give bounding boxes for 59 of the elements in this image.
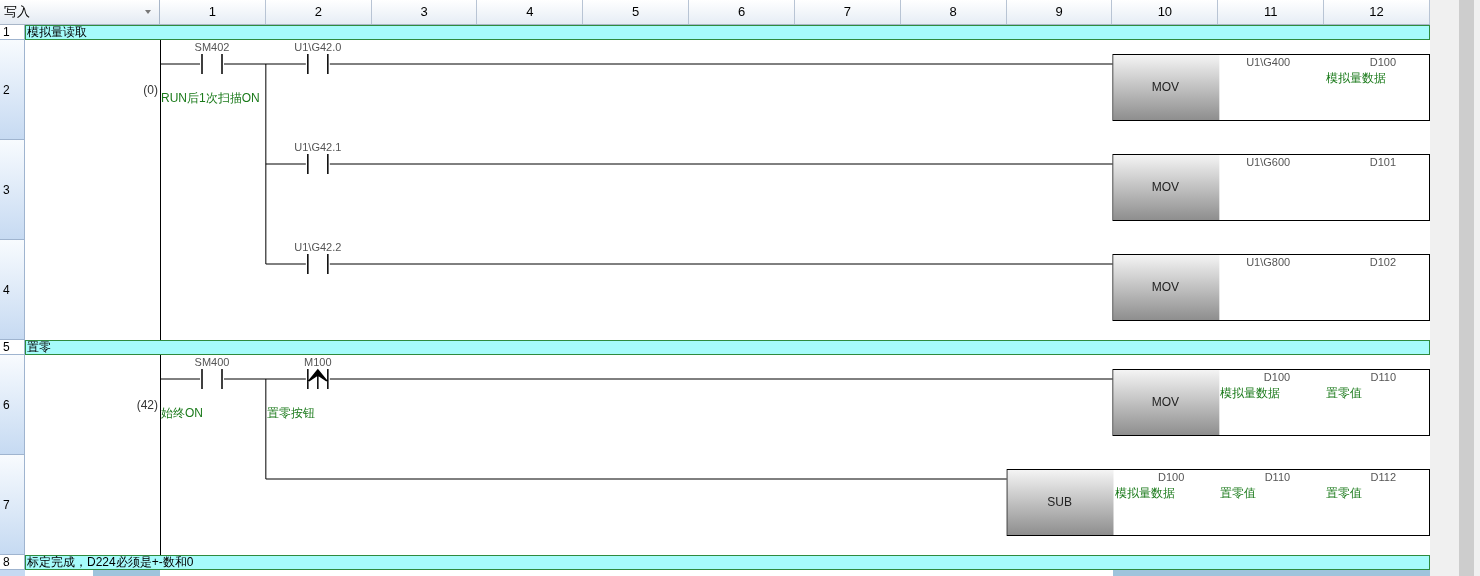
statement-comment: 标定完成，D224必须是+-数和0 (25, 555, 1430, 570)
step-number: (0) (143, 82, 158, 99)
row-number[interactable]: 2 (0, 40, 25, 140)
statement-comment: 模拟量读取 (25, 25, 1430, 40)
device-label: M100 (304, 356, 332, 368)
column-header: 8 (900, 0, 1007, 24)
operand-device: U1\G400 (1246, 56, 1291, 68)
device-label: SM402 (194, 41, 230, 53)
instruction-name: MOV (1151, 280, 1180, 294)
operand-device: U1\G600 (1246, 156, 1291, 168)
row-number[interactable]: 5 (0, 340, 25, 355)
scrollbar[interactable] (1430, 0, 1480, 576)
column-header: 6 (689, 0, 795, 24)
operand-comment: 置零值 (1326, 486, 1363, 500)
device-comment: RUN后1次扫描ON (161, 91, 260, 105)
row-number[interactable]: 4 (0, 240, 25, 340)
operand-device: D110 (1264, 471, 1291, 483)
instruction-name: SUB (1047, 495, 1072, 509)
column-header: 12 (1324, 0, 1430, 24)
column-header: 10 (1112, 0, 1219, 24)
device-comment: 始终ON (161, 406, 203, 420)
mode-dropdown[interactable]: 写入 (0, 0, 160, 24)
instruction-name: MOV (1151, 395, 1180, 409)
operand-device: D112 (1370, 471, 1396, 483)
column-header: 3 (371, 0, 478, 24)
device-comment: 置零按钮 (266, 406, 315, 420)
operand-device: U1\G800 (1246, 256, 1291, 268)
column-header: 11 (1218, 0, 1325, 24)
operand-comment: 置零值 (1220, 486, 1257, 500)
device-label: SM400 (194, 356, 230, 368)
operand-device: D100 (1158, 471, 1185, 483)
row-number[interactable]: 6 (0, 355, 25, 455)
operand-comment: 模拟量数据 (1114, 486, 1175, 500)
device-label: U1\G42.0 (294, 41, 342, 53)
operand-comment: 模拟量数据 (1220, 386, 1281, 400)
row-number[interactable]: 8 (0, 555, 25, 570)
dropdown-caret-icon (145, 10, 151, 14)
row-number[interactable]: 3 (0, 140, 25, 240)
operand-device: D101 (1369, 156, 1396, 168)
operand-device: D100 (1263, 371, 1291, 383)
operand-comment: 模拟量数据 (1326, 71, 1387, 85)
column-header: 1 (160, 0, 266, 24)
device-label: U1\G42.2 (294, 241, 342, 253)
column-header: 7 (794, 0, 901, 24)
operand-comment: 置零值 (1326, 386, 1363, 400)
device-label: U1\G42.1 (294, 141, 342, 153)
instruction-name: MOV (1151, 180, 1180, 194)
row-number[interactable]: 1 (0, 25, 25, 40)
column-header: 2 (265, 0, 372, 24)
column-header: 9 (1006, 0, 1113, 24)
statement-comment: 置零 (25, 340, 1430, 355)
step-number: (42) (136, 397, 158, 414)
column-header: 5 (583, 0, 690, 24)
operand-device: D100 (1369, 56, 1396, 68)
row-number[interactable]: 7 (0, 455, 25, 555)
operand-device: D102 (1369, 256, 1396, 268)
operand-device: D110 (1370, 371, 1396, 383)
instruction-name: MOV (1151, 80, 1180, 94)
column-header: 4 (477, 0, 584, 24)
